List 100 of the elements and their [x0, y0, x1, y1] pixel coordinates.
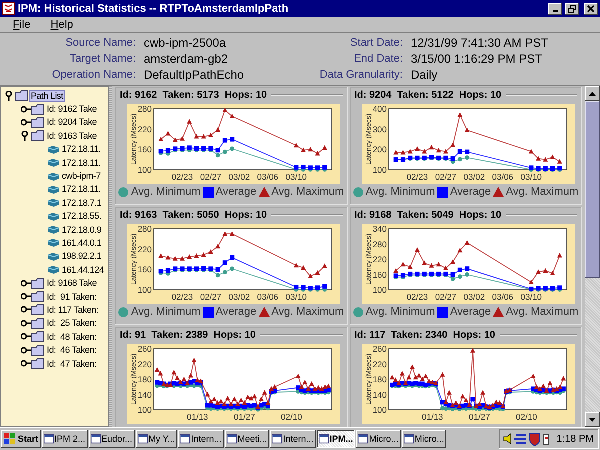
point — [315, 270, 320, 276]
collapsed-toggle-icon[interactable] — [21, 306, 31, 314]
point — [400, 262, 406, 267]
point — [205, 392, 210, 397]
taskbar-button[interactable]: Eudor... — [88, 430, 135, 448]
legend-marker-icon — [258, 306, 270, 318]
tree-item[interactable]: Id: 9163 Take — [46, 130, 98, 141]
taskbar-button[interactable]: IPM... — [316, 430, 356, 448]
vertical-scrollbar[interactable] — [585, 86, 600, 427]
axis-tick-label: 160 — [138, 264, 152, 275]
menu-item[interactable]: File — [13, 18, 31, 30]
collapsed-toggle-icon[interactable] — [21, 320, 31, 327]
collapsed-toggle-icon[interactable] — [21, 293, 31, 300]
point — [406, 374, 412, 380]
point — [410, 364, 415, 370]
network-device-icon — [47, 184, 60, 194]
collapsed-toggle-icon[interactable] — [21, 118, 31, 126]
tree-item[interactable]: Id: 9168 Take — [46, 278, 98, 288]
tree-item[interactable]: 161.44.0.1 — [61, 238, 103, 248]
folder-icon — [31, 130, 45, 142]
folder-icon — [31, 304, 45, 316]
tree-item[interactable]: cwb-ipm-7 — [61, 171, 102, 182]
window-icon — [226, 434, 237, 444]
start-button[interactable]: Start — [1, 430, 41, 448]
tree-item[interactable]: 172.18.55. — [61, 211, 103, 222]
point — [556, 159, 562, 164]
collapsed-toggle-icon[interactable] — [21, 360, 31, 367]
point — [158, 136, 164, 142]
taskbar-button[interactable]: Meeti... — [224, 430, 270, 448]
point — [166, 148, 171, 153]
legend-label: Average — [450, 186, 492, 198]
point — [458, 157, 462, 162]
point — [301, 265, 306, 270]
point — [457, 248, 462, 253]
window-icon — [272, 434, 282, 444]
point — [496, 400, 502, 406]
tree-item[interactable]: Id: 46 Taken: — [46, 345, 98, 356]
axis-tick-label: 100 — [372, 285, 386, 295]
tree-item[interactable]: Id: 25 Taken: — [46, 318, 98, 328]
scroll-thumb[interactable] — [585, 101, 600, 278]
tree-item[interactable]: Id: 47 Taken: — [46, 358, 98, 368]
tree-item[interactable]: 172.18.11. — [61, 184, 102, 194]
taskbar-button[interactable]: My Y... — [136, 430, 178, 448]
axis-tick-label: 03/10 — [520, 292, 542, 302]
point — [542, 157, 548, 162]
collapsed-toggle-icon[interactable] — [21, 346, 31, 354]
restore-button[interactable] — [565, 2, 579, 14]
expanded-toggle-icon[interactable] — [5, 90, 13, 101]
field-label: Operation Name: — [51, 69, 136, 81]
plug-icon[interactable] — [542, 432, 552, 446]
point — [457, 112, 462, 118]
point — [392, 378, 398, 382]
tree-item[interactable]: Id: 9204 Take — [46, 117, 98, 128]
point — [216, 267, 220, 272]
point — [194, 134, 200, 139]
taskbar-button[interactable]: Intern... — [270, 430, 316, 448]
taskbar-button[interactable]: IPM 2... — [42, 430, 88, 448]
tree-item[interactable]: 198.92.2.1 — [61, 251, 103, 262]
point — [172, 256, 178, 261]
minimize-button[interactable] — [548, 2, 562, 14]
tree-item[interactable]: Id: 9162 Take — [46, 104, 98, 114]
network-icon[interactable] — [514, 433, 528, 445]
tree-item[interactable]: Id: 48 Taken: — [46, 332, 98, 342]
tree-item[interactable]: 172.18.11. — [61, 158, 102, 168]
tree-item[interactable]: Id: 91 Taken: — [46, 292, 98, 302]
point — [269, 386, 274, 392]
point — [216, 244, 221, 249]
close-button[interactable] — [584, 2, 598, 14]
scroll-down-button[interactable] — [585, 412, 600, 427]
scroll-up-button[interactable] — [585, 86, 600, 101]
point — [223, 270, 228, 275]
point — [299, 384, 304, 390]
point — [252, 394, 258, 399]
legend-marker-icon — [493, 306, 504, 318]
collapsed-toggle-icon[interactable] — [21, 333, 31, 340]
axis-tick-label: 02/27 — [434, 292, 456, 302]
axis-tick-label: 100 — [372, 165, 386, 175]
point — [422, 149, 427, 154]
menu-item[interactable]: Help — [50, 18, 74, 30]
point — [238, 398, 244, 402]
taskbar-button[interactable]: Micro... — [356, 430, 401, 448]
expanded-toggle-icon[interactable] — [21, 130, 29, 141]
shield-icon[interactable] — [528, 432, 541, 446]
tree-item[interactable]: 172.18.11. — [61, 144, 102, 154]
taskbar-button[interactable]: Micro... — [402, 430, 446, 448]
collapsed-toggle-icon[interactable] — [21, 106, 31, 113]
tree-item[interactable]: Id: 117 Taken: — [46, 304, 100, 315]
point — [166, 268, 171, 273]
taskbar-button[interactable]: Intern... — [178, 430, 224, 448]
axis-tick-label: 03/10 — [286, 172, 308, 182]
field-label: End Date: — [353, 53, 403, 65]
axis-tick-label: 03/06 — [492, 172, 514, 182]
tree-item[interactable]: 161.44.124 — [61, 264, 106, 275]
point — [322, 264, 328, 268]
tree-item[interactable]: 172.18.0.9 — [61, 224, 103, 235]
tree-item[interactable]: 172.18.7.1 — [61, 198, 103, 208]
point — [436, 262, 441, 267]
point — [556, 253, 562, 258]
speaker-icon[interactable] — [502, 433, 513, 445]
collapsed-toggle-icon[interactable] — [21, 280, 31, 287]
